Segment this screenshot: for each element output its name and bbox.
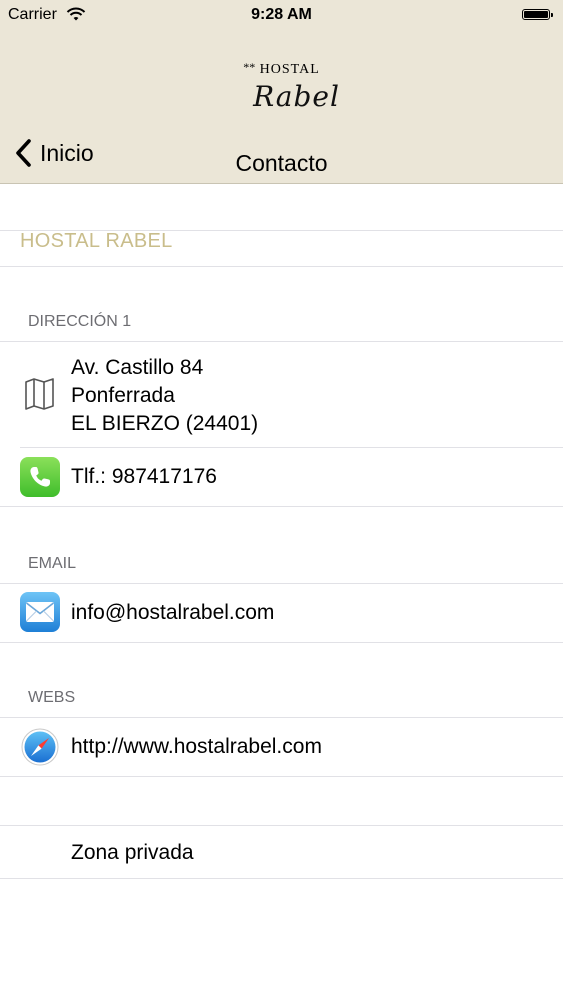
clock: 9:28 AM	[251, 6, 312, 23]
address-line: Av. Castillo 84	[71, 356, 204, 379]
private-zone-label: Zona privada	[71, 841, 194, 864]
website-url: http://www.hostalrabel.com	[71, 735, 322, 758]
logo-stars: **	[243, 60, 256, 74]
address-text: Av. Castillo 84 Ponferrada EL BIERZO (24…	[71, 354, 258, 438]
private-zone-row[interactable]: Zona privada	[0, 826, 563, 878]
mail-icon	[20, 592, 60, 632]
address-line: Ponferrada	[71, 384, 175, 407]
page-title: Contacto	[235, 150, 328, 176]
contact-content: HOSTAL RABEL DIRECCIÓN 1 Av. Castillo 84…	[0, 184, 563, 1000]
hostal-name: HOSTAL RABEL	[20, 230, 173, 252]
email-section-header: EMAIL	[28, 555, 77, 572]
status-bar: Carrier 9:28 AM	[0, 0, 563, 30]
safari-icon	[21, 728, 59, 766]
webs-section-header: WEBS	[28, 689, 76, 706]
battery-icon	[522, 9, 553, 20]
divider	[0, 878, 563, 879]
phone-row[interactable]: Tlf.: 987417176	[0, 448, 563, 506]
divider	[0, 642, 563, 643]
address-row[interactable]: Av. Castillo 84 Ponferrada EL BIERZO (24…	[0, 342, 563, 447]
website-row[interactable]: http://www.hostalrabel.com	[0, 718, 563, 776]
address-section-header: DIRECCIÓN 1	[28, 313, 132, 330]
divider	[0, 506, 563, 507]
divider	[0, 266, 563, 267]
address-line: EL BIERZO (24401)	[71, 412, 259, 435]
logo-hostal-text: HOSTAL	[259, 62, 320, 77]
divider	[0, 776, 563, 777]
phone-icon	[20, 457, 60, 497]
hostal-logo: ** HOSTAL Rabel	[0, 60, 563, 113]
email-row[interactable]: info@hostalrabel.com	[0, 584, 563, 642]
nav-header: Carrier 9:28 AM ** HOSTAL Rabel Inicio C…	[0, 0, 563, 184]
email-address: info@hostalrabel.com	[71, 601, 275, 624]
phone-number: Tlf.: 987417176	[71, 465, 217, 488]
map-icon	[25, 378, 54, 410]
logo-rabel-text: Rabel	[253, 80, 340, 113]
